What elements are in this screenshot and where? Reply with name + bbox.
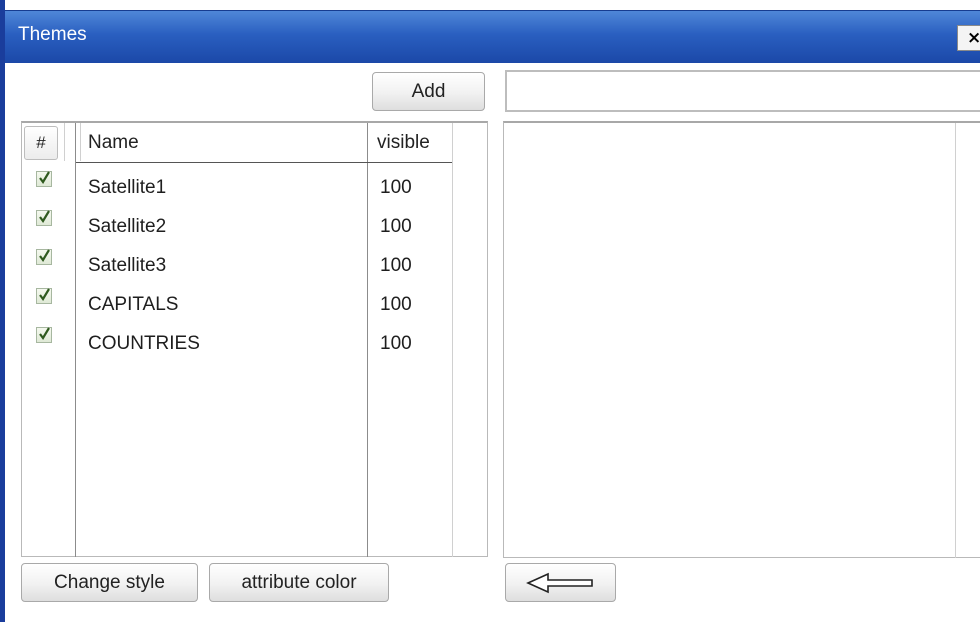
layer-visibility: 100 — [380, 255, 412, 276]
theme-name-input[interactable] — [505, 70, 980, 112]
layer-name: CAPITALS — [88, 294, 179, 315]
layer-checkbox[interactable] — [36, 327, 52, 343]
column-divider — [80, 123, 81, 161]
layer-visibility: 100 — [380, 177, 412, 198]
themes-window: Themes × Add # Name visible Satellite1 1… — [0, 0, 980, 622]
layer-name: Satellite2 — [88, 216, 167, 237]
layer-checkbox[interactable] — [36, 171, 52, 187]
scrollbar-track-edge — [452, 123, 453, 557]
layer-visibility: 100 — [380, 333, 412, 354]
visible-column-header[interactable]: visible — [377, 132, 430, 154]
change-style-button[interactable]: Change style — [21, 563, 198, 602]
layer-checkbox[interactable] — [36, 249, 52, 265]
checkmark-icon — [39, 327, 50, 340]
layer-row[interactable]: Satellite2 100 — [22, 206, 452, 245]
layer-list: # Name visible Satellite1 100 Satellite2… — [21, 121, 488, 557]
checkmark-icon — [39, 210, 50, 223]
layer-row[interactable]: COUNTRIES 100 — [22, 323, 452, 362]
style-preview-panel — [503, 121, 980, 558]
arrow-left-icon — [526, 572, 593, 594]
checkmark-icon — [39, 171, 50, 184]
layer-name: Satellite3 — [88, 255, 167, 276]
select-column-header[interactable]: # — [24, 126, 58, 160]
layer-name: Satellite1 — [88, 177, 167, 198]
layer-checkbox[interactable] — [36, 210, 52, 226]
layer-row[interactable]: Satellite3 100 — [22, 245, 452, 284]
layer-visibility: 100 — [380, 294, 412, 315]
checkmark-icon — [39, 288, 50, 301]
layer-checkbox[interactable] — [36, 288, 52, 304]
title-bar[interactable]: Themes × — [5, 10, 980, 63]
checkmark-icon — [39, 249, 50, 262]
layer-name: COUNTRIES — [88, 333, 200, 354]
name-column-header[interactable]: Name — [88, 132, 139, 154]
scrollbar-track-edge — [955, 123, 956, 558]
close-icon[interactable]: × — [957, 25, 980, 51]
back-button[interactable] — [505, 563, 616, 602]
layer-row[interactable]: Satellite1 100 — [22, 167, 452, 206]
header-underline — [76, 162, 452, 163]
layer-visibility: 100 — [380, 216, 412, 237]
attribute-color-button[interactable]: attribute color — [209, 563, 389, 602]
layer-row[interactable]: CAPITALS 100 — [22, 284, 452, 323]
add-button[interactable]: Add — [372, 72, 485, 111]
column-divider — [64, 123, 65, 161]
window-title: Themes — [18, 24, 87, 45]
